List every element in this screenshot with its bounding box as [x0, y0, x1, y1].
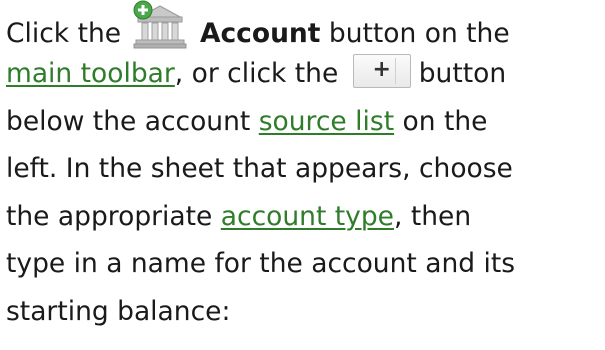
- line-6: type in a name for the account and its: [6, 240, 604, 288]
- line-3: below the account source list on the: [6, 98, 604, 146]
- text-click-the: Click the: [6, 18, 122, 49]
- text-button-on-the: button on the: [328, 18, 510, 49]
- plus-icon: +: [372, 57, 391, 82]
- text-the-appropriate: the appropriate: [6, 200, 213, 232]
- line-2: main toolbar, or click the + button: [6, 50, 604, 98]
- text-type-in-a-name: type in a name for the account and its: [6, 248, 516, 279]
- account-label: Account: [199, 18, 321, 49]
- help-paragraph: Click the Account button on the main too…: [6, 0, 604, 335]
- main-toolbar-link[interactable]: main toolbar: [6, 58, 175, 89]
- text-below-the-account: below the account: [6, 105, 251, 137]
- button-divider: [394, 58, 396, 84]
- add-account-button-image: +: [352, 54, 411, 88]
- text-then: , then: [393, 200, 472, 232]
- text-starting-balance: starting balance:: [6, 295, 231, 327]
- text-on-the: on the: [402, 105, 488, 137]
- text-or-click-the: , or click the: [174, 58, 339, 89]
- line-5: the appropriate account type, then: [6, 193, 604, 241]
- line-4: left. In the sheet that appears, choose: [6, 145, 604, 193]
- bank-building-with-plus-icon: [132, 0, 188, 50]
- line-1: Click the Account button on the: [6, 0, 604, 50]
- account-type-link[interactable]: account type: [221, 201, 394, 232]
- line-7: starting balance:: [6, 288, 604, 336]
- text-button: button: [418, 58, 507, 89]
- source-list-link[interactable]: source list: [259, 106, 394, 137]
- text-left-sheet: left. In the sheet that appears, choose: [6, 153, 513, 184]
